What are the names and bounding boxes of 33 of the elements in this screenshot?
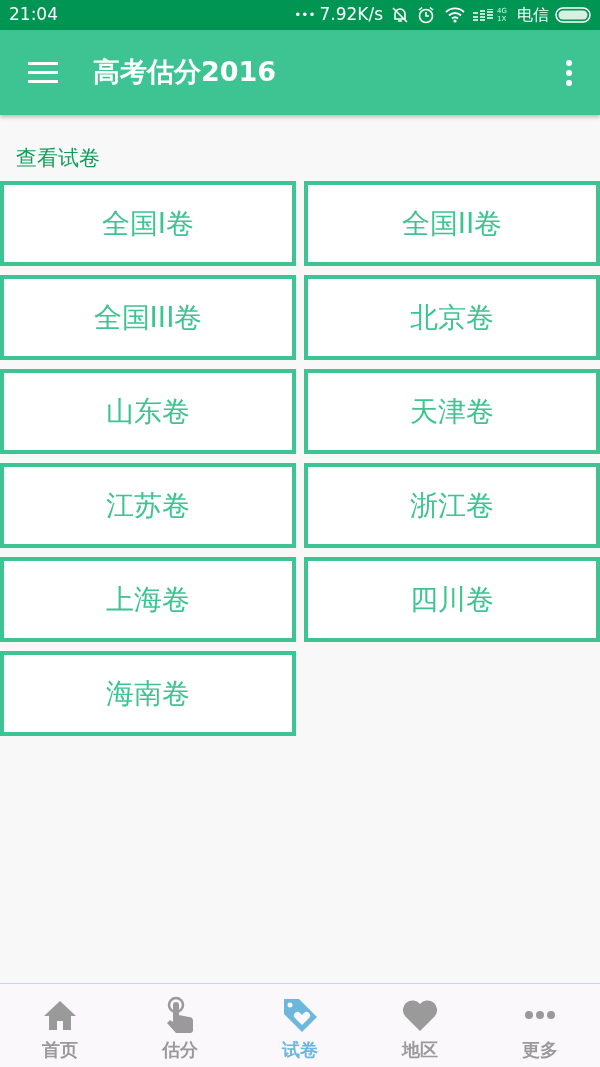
menu-icon[interactable]: [28, 62, 58, 83]
section-title: 查看试卷: [16, 145, 100, 171]
paper-button[interactable]: 江苏卷: [0, 463, 296, 548]
signal-icon: [473, 9, 494, 21]
paper-button[interactable]: 上海卷: [0, 557, 296, 642]
carrier-name: 电信: [517, 4, 549, 26]
paper-button[interactable]: 天津卷: [304, 369, 600, 454]
network-speed: 7.92K/s: [319, 3, 384, 27]
nav-tab[interactable]: 更多: [480, 984, 600, 1067]
paper-button[interactable]: 浙江卷: [304, 463, 600, 548]
paper-button[interactable]: 北京卷: [304, 275, 600, 360]
app-title: 高考估分2016: [93, 55, 277, 90]
paper-button[interactable]: 全国III卷: [0, 275, 296, 360]
heart-tag-icon: [281, 996, 319, 1034]
nav-tab[interactable]: 估分: [120, 984, 240, 1067]
status-time: 21:04: [9, 3, 58, 27]
paper-button[interactable]: 全国I卷: [0, 181, 296, 266]
nav-tab[interactable]: 地区: [360, 984, 480, 1067]
more-icon: [524, 1010, 556, 1020]
paper-button[interactable]: 四川卷: [304, 557, 600, 642]
nav-tab[interactable]: 首页: [0, 984, 120, 1067]
wifi-icon: [445, 7, 466, 23]
alarm-icon: [417, 6, 436, 24]
paper-button[interactable]: 山东卷: [0, 369, 296, 454]
status-dots: •••: [294, 7, 316, 24]
muted-bell-icon: [391, 6, 410, 24]
heart-icon: [401, 998, 439, 1032]
paper-button[interactable]: 海南卷: [0, 651, 296, 736]
battery-icon: [555, 7, 591, 23]
nav-tab[interactable]: 试卷: [240, 984, 360, 1067]
paper-button[interactable]: 全国II卷: [304, 181, 600, 266]
pointing-hand-icon: [165, 996, 195, 1034]
home-icon: [42, 999, 78, 1031]
